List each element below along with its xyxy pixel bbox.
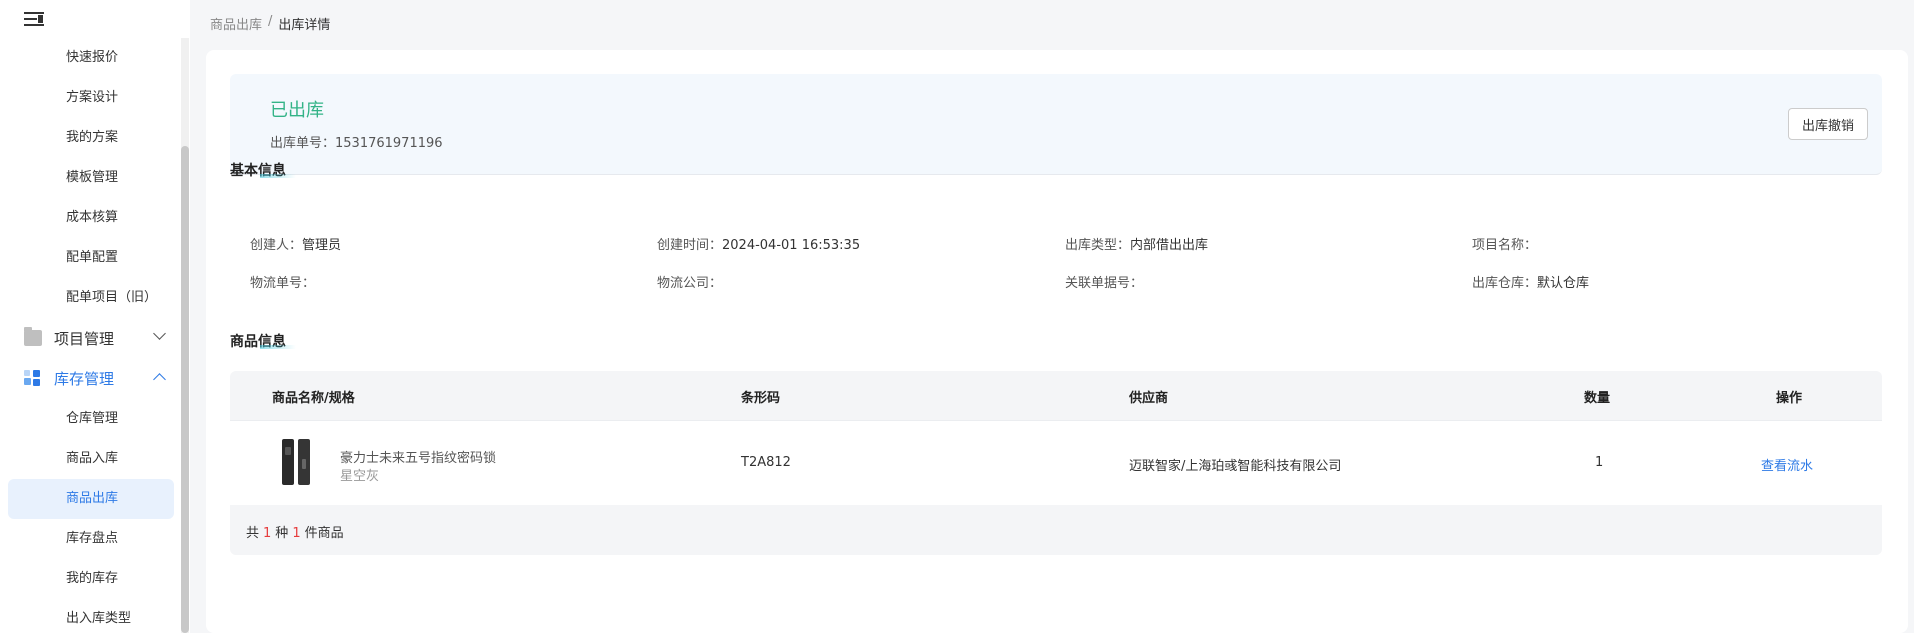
sidebar-item-stock-check[interactable]: 库存盘点 — [66, 529, 118, 549]
sidebar-group-label: 项目管理 — [54, 329, 115, 348]
view-flow-link[interactable]: 查看流水 — [1761, 455, 1813, 474]
logistics-company-label: 物流公司： — [657, 276, 723, 291]
breadcrumb-current: 出库详情 — [278, 18, 331, 33]
table-summary: 共 1 种 1 件商品 — [230, 505, 1882, 555]
goods-info-title: 商品信息 — [230, 331, 286, 351]
section-title-text: 基本信息 — [230, 163, 286, 179]
sidebar-group-label: 库存管理 — [54, 369, 115, 388]
status-panel: 已出库 出库单号：1531761971196 出库撤销 — [230, 74, 1882, 175]
chevron-up-icon — [153, 373, 166, 386]
summary-count: 1 — [292, 526, 301, 541]
folder-icon — [24, 327, 42, 346]
outbound-type-value: 内部借出出库 — [1130, 238, 1209, 253]
info-related-doc: 关联单据号： — [1065, 272, 1143, 291]
sidebar-item-my-plans[interactable]: 我的方案 — [66, 128, 118, 148]
sidebar-group-inventory-management[interactable]: 库存管理 — [24, 366, 166, 390]
column-header-quantity: 数量 — [1584, 391, 1611, 406]
column-header-name: 商品名称/规格 — [272, 391, 355, 406]
product-spec: 星空灰 — [340, 469, 380, 484]
breadcrumb: 商品出库 / 出库详情 — [210, 14, 330, 33]
creator-label: 创建人： — [250, 238, 303, 253]
sidebar-group-project-management[interactable]: 项目管理 — [24, 326, 166, 350]
summary-prefix: 共 — [246, 526, 260, 541]
basic-info-title: 基本信息 — [230, 160, 286, 180]
status-title: 已出库 — [270, 100, 324, 121]
sidebar-scrollbar[interactable] — [181, 38, 189, 633]
menu-collapse-icon[interactable] — [24, 8, 46, 30]
breadcrumb-separator: / — [268, 14, 273, 29]
product-image — [280, 439, 312, 487]
product-quantity: 1 — [1595, 455, 1604, 470]
goods-summary: 共 1 种 1 件商品 — [246, 522, 344, 541]
info-project-name: 项目名称： — [1472, 234, 1537, 253]
scrollbar-thumb[interactable] — [181, 146, 189, 633]
info-outbound-type: 出库类型：内部借出出库 — [1065, 234, 1208, 253]
creator-value: 管理员 — [302, 238, 342, 253]
sidebar-item-quick-quote[interactable]: 快速报价 — [66, 48, 118, 68]
table-row: 豪力士未来五号指纹密码锁 星空灰 T2A812 迈联智家/上海珀彧智能科技有限公… — [230, 421, 1882, 505]
info-logistics-company: 物流公司： — [657, 272, 722, 291]
detail-card: 已出库 出库单号：1531761971196 出库撤销 基本信息 创建人：管理员… — [206, 50, 1908, 633]
sidebar-item-order-projects-old[interactable]: 配单项目（旧） — [66, 288, 157, 308]
order-number-value: 1531761971196 — [335, 136, 443, 151]
sidebar-item-warehouse-management[interactable]: 仓库管理 — [66, 409, 118, 429]
summary-suffix: 件商品 — [304, 526, 344, 541]
sidebar-item-io-types[interactable]: 出入库类型 — [66, 609, 131, 629]
warehouse-label: 出库仓库： — [1472, 276, 1538, 291]
info-warehouse: 出库仓库：默认仓库 — [1472, 272, 1589, 291]
sidebar-item-plan-design[interactable]: 方案设计 — [66, 88, 118, 108]
column-header-supplier: 供应商 — [1129, 391, 1169, 406]
order-number-label: 出库单号： — [270, 136, 336, 151]
info-logistics-no: 物流单号： — [250, 272, 315, 291]
sidebar-item-templates[interactable]: 模板管理 — [66, 168, 118, 188]
sidebar-item-goods-inbound[interactable]: 商品入库 — [66, 449, 118, 469]
column-header-action: 操作 — [1776, 391, 1803, 406]
sidebar: 快速报价 方案设计 我的方案 模板管理 成本核算 配单配置 配单项目（旧） 项目… — [0, 0, 190, 633]
summary-mid: 种 — [275, 526, 289, 541]
logistics-no-label: 物流单号： — [250, 276, 316, 291]
info-creator: 创建人：管理员 — [250, 234, 341, 253]
column-header-barcode: 条形码 — [741, 391, 781, 406]
sidebar-item-goods-outbound[interactable]: 商品出库 — [66, 489, 118, 509]
chevron-down-icon — [153, 327, 166, 340]
sidebar-item-order-config[interactable]: 配单配置 — [66, 248, 118, 268]
product-supplier: 迈联智家/上海珀彧智能科技有限公司 — [1129, 459, 1342, 474]
project-name-label: 项目名称： — [1472, 238, 1538, 253]
related-doc-label: 关联单据号： — [1065, 276, 1144, 291]
created-time-label: 创建时间： — [657, 238, 723, 253]
info-created-time: 创建时间：2024-04-01 16:53:35 — [657, 234, 860, 253]
order-number: 出库单号：1531761971196 — [270, 132, 443, 151]
product-barcode: T2A812 — [741, 455, 791, 470]
product-name: 豪力士未来五号指纹密码锁 — [340, 451, 497, 466]
summary-kinds: 1 — [263, 526, 272, 541]
breadcrumb-parent[interactable]: 商品出库 — [210, 14, 262, 33]
blocks-icon — [24, 370, 42, 386]
revoke-outbound-button[interactable]: 出库撤销 — [1788, 108, 1868, 140]
outbound-type-label: 出库类型： — [1065, 238, 1131, 253]
goods-table: 商品名称/规格 条形码 供应商 数量 操作 豪力士未来五号指纹密码锁 星空灰 T… — [230, 371, 1882, 555]
created-time-value: 2024-04-01 16:53:35 — [722, 238, 861, 253]
warehouse-value: 默认仓库 — [1537, 276, 1590, 291]
sidebar-item-my-stock[interactable]: 我的库存 — [66, 569, 118, 589]
table-header: 商品名称/规格 条形码 供应商 数量 操作 — [230, 371, 1882, 421]
section-title-text: 商品信息 — [230, 334, 286, 350]
sidebar-item-cost-accounting[interactable]: 成本核算 — [66, 208, 118, 228]
